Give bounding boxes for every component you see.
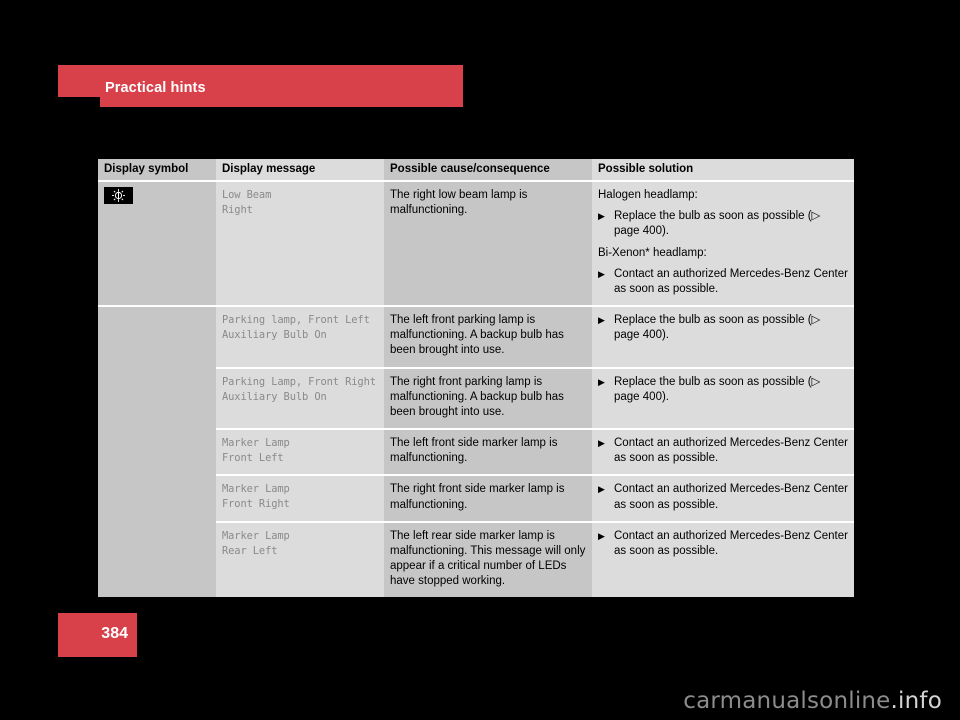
cell-display-message: Marker Lamp Front Right: [216, 475, 384, 523]
solution-lead-text: Halogen headlamp:: [598, 189, 698, 201]
cell-possible-solution: ▶ Contact an authorized Mercedes-Benz Cen…: [592, 521, 854, 598]
solution-bullet-item: ▶ Contact an authorized Mercedes-Benz Cen…: [598, 482, 848, 512]
page-number: 384: [101, 625, 128, 642]
column-header-display-message: Display message: [216, 159, 384, 182]
cell-display-message: Marker Lamp Rear Left: [216, 521, 384, 598]
solution-bullet-item: ▶ Replace the bulb as soon as possible (▷…: [598, 375, 848, 405]
watermark-tld: .info: [890, 688, 942, 714]
cell-possible-cause: The right front side marker lamp is malf…: [384, 475, 592, 523]
solution-bullet-text: Replace the bulb as soon as possible (▷ …: [614, 210, 821, 238]
cell-possible-solution: ▶ Contact an authorized Mercedes-Benz Cen…: [592, 429, 854, 477]
solution-bullet-text: Contact an authorized Mercedes-Benz Cent…: [614, 529, 848, 557]
page-title: Practical hints: [105, 80, 206, 96]
page-number-block: 384: [58, 613, 137, 657]
solution-bullet-text: Replace the bulb as soon as possible (▷ …: [614, 314, 821, 342]
solution-bullet-item: ▶ Contact an authorized Mercedes-Benz Cen…: [598, 529, 848, 559]
table-row: Marker Lamp Front Right The right front s…: [98, 475, 854, 523]
table-header-row: Display symbol Display message Possible …: [98, 159, 854, 182]
cell-possible-cause: The left front parking lamp is malfuncti…: [384, 306, 592, 369]
solution-bullet-item: ▶ Replace the bulb as soon as possible (▷…: [598, 313, 848, 343]
cell-display-symbol: [98, 181, 216, 308]
cell-possible-solution: Halogen headlamp: ▶ Replace the bulb as so…: [592, 181, 854, 308]
display-messages-table: Display symbol Display message Possible …: [98, 159, 854, 598]
table-row: Marker Lamp Rear Left The left rear side …: [98, 521, 854, 598]
column-header-possible-solution: Possible solution: [592, 159, 854, 182]
cell-display-symbol: [98, 475, 216, 522]
cell-possible-solution: ▶ Replace the bulb as soon as possible (▷…: [592, 306, 854, 369]
column-header-display-symbol: Display symbol: [98, 159, 216, 182]
solution-bullet-item: ▶ Replace the bulb as soon as possible (▷…: [598, 209, 848, 239]
bullet-triangle-icon: ▶: [598, 438, 605, 449]
cell-display-symbol: [98, 306, 216, 368]
watermark: carmanualsonline.info: [683, 688, 942, 714]
bullet-triangle-icon: ▶: [598, 268, 605, 279]
table-row: Parking Lamp, Front Right Auxiliary Bulb…: [98, 367, 854, 431]
cell-possible-cause: The left front side marker lamp is malfu…: [384, 429, 592, 477]
table-row: Marker Lamp Front Left The left front sid…: [98, 429, 854, 477]
section-banner-notch: [58, 97, 100, 107]
solution-bullet-text: Contact an authorized Mercedes-Benz Cent…: [614, 483, 848, 511]
table-row: Parking lamp, Front Left Auxiliary Bulb …: [98, 306, 854, 369]
watermark-main: carmanualsonline: [683, 688, 891, 714]
column-header-possible-cause: Possible cause/consequence: [384, 159, 592, 182]
cell-possible-cause: The right low beam lamp is malfunctionin…: [384, 181, 592, 308]
solution-bullet-text: Contact an authorized Mercedes-Benz Cent…: [614, 437, 848, 465]
cell-display-message: Low Beam Right: [216, 181, 384, 308]
cell-display-message: Marker Lamp Front Left: [216, 429, 384, 477]
bullet-triangle-icon: ▶: [598, 484, 605, 495]
bullet-triangle-icon: ▶: [598, 530, 605, 541]
solution-bullet-item: ▶ Contact an authorized Mercedes-Benz Cen…: [598, 267, 848, 297]
cell-possible-solution: ▶ Contact an authorized Mercedes-Benz Cen…: [592, 475, 854, 523]
bullet-triangle-icon: ▶: [598, 211, 605, 222]
bullet-triangle-icon: ▶: [598, 315, 605, 326]
solution-bullet-text: Replace the bulb as soon as possible (▷ …: [614, 375, 821, 403]
solution-lead-text: Bi-Xenon* headlamp:: [598, 246, 707, 259]
cell-display-symbol: [98, 367, 216, 430]
cell-display-message: Parking Lamp, Front Right Auxiliary Bulb…: [216, 367, 384, 431]
table-body: Low Beam Right The right low beam lamp is…: [98, 181, 854, 598]
bullet-triangle-icon: ▶: [598, 376, 605, 387]
headlamp-low-beam-icon: [104, 187, 133, 204]
solution-bullet-text: Contact an authorized Mercedes-Benz Cent…: [614, 267, 848, 295]
solution-bullet-item: ▶ Contact an authorized Mercedes-Benz Cen…: [598, 436, 848, 466]
cell-possible-cause: The left rear side marker lamp is malfun…: [384, 521, 592, 598]
cell-display-symbol: [98, 429, 216, 476]
table-row: Low Beam Right The right low beam lamp is…: [98, 181, 854, 308]
cell-display-message: Parking lamp, Front Left Auxiliary Bulb …: [216, 306, 384, 369]
cell-display-symbol: [98, 521, 216, 598]
cell-possible-solution: ▶ Replace the bulb as soon as possible (▷…: [592, 367, 854, 431]
cell-possible-cause: The right front parking lamp is malfunct…: [384, 367, 592, 431]
